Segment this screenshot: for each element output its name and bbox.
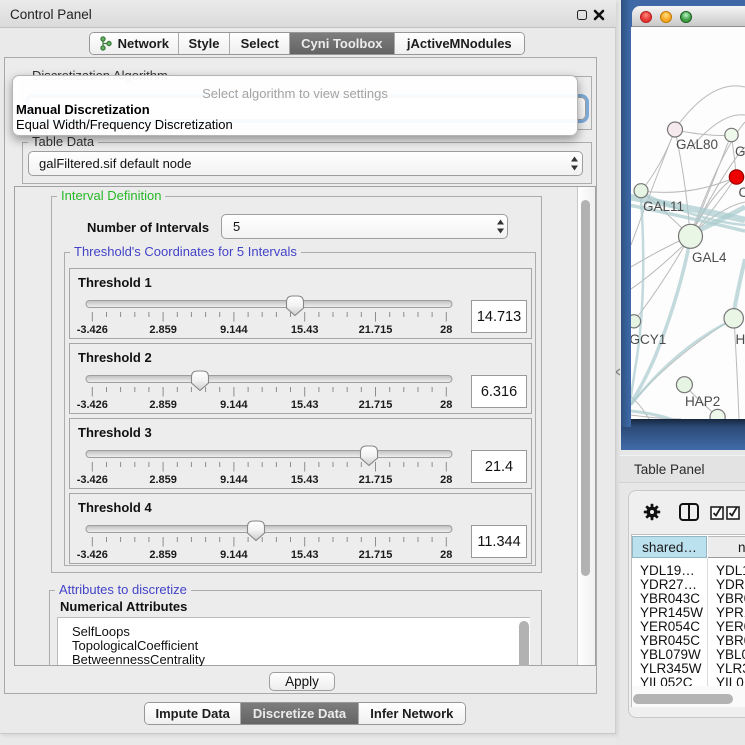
svg-text:-3.426: -3.426 xyxy=(77,399,108,411)
svg-text:2.859: 2.859 xyxy=(149,474,177,486)
svg-text:9.144: 9.144 xyxy=(220,549,248,561)
svg-text:21.715: 21.715 xyxy=(359,399,393,411)
svg-text:HAP2: HAP2 xyxy=(685,394,720,409)
svg-text:28: 28 xyxy=(440,549,452,561)
svg-text:GAL4: GAL4 xyxy=(692,250,727,265)
svg-text:15.43: 15.43 xyxy=(291,474,319,486)
svg-text:-3.426: -3.426 xyxy=(77,549,108,561)
svg-text:GAL80: GAL80 xyxy=(676,137,718,152)
svg-text:HIS4: HIS4 xyxy=(736,332,745,347)
svg-text:9.144: 9.144 xyxy=(220,474,248,486)
svg-text:15.43: 15.43 xyxy=(291,549,319,561)
svg-text:28: 28 xyxy=(440,324,452,336)
svg-text:2.859: 2.859 xyxy=(149,549,177,561)
svg-text:CAD1: CAD1 xyxy=(739,185,745,200)
svg-text:15.43: 15.43 xyxy=(291,324,319,336)
svg-text:15.43: 15.43 xyxy=(291,399,319,411)
svg-text:9.144: 9.144 xyxy=(220,399,248,411)
svg-text:2.859: 2.859 xyxy=(149,324,177,336)
svg-text:21.715: 21.715 xyxy=(359,324,393,336)
svg-text:GCY1: GCY1 xyxy=(631,332,666,347)
svg-text:21.715: 21.715 xyxy=(359,549,393,561)
svg-text:-3.426: -3.426 xyxy=(77,324,108,336)
svg-text:GAL2: GAL2 xyxy=(735,144,745,159)
svg-text:21.715: 21.715 xyxy=(359,474,393,486)
svg-text:GAL11: GAL11 xyxy=(643,199,684,214)
svg-text:28: 28 xyxy=(440,474,452,486)
svg-text:2.859: 2.859 xyxy=(149,399,177,411)
svg-text:-3.426: -3.426 xyxy=(77,474,108,486)
svg-text:9.144: 9.144 xyxy=(220,324,248,336)
svg-text:28: 28 xyxy=(440,399,452,411)
